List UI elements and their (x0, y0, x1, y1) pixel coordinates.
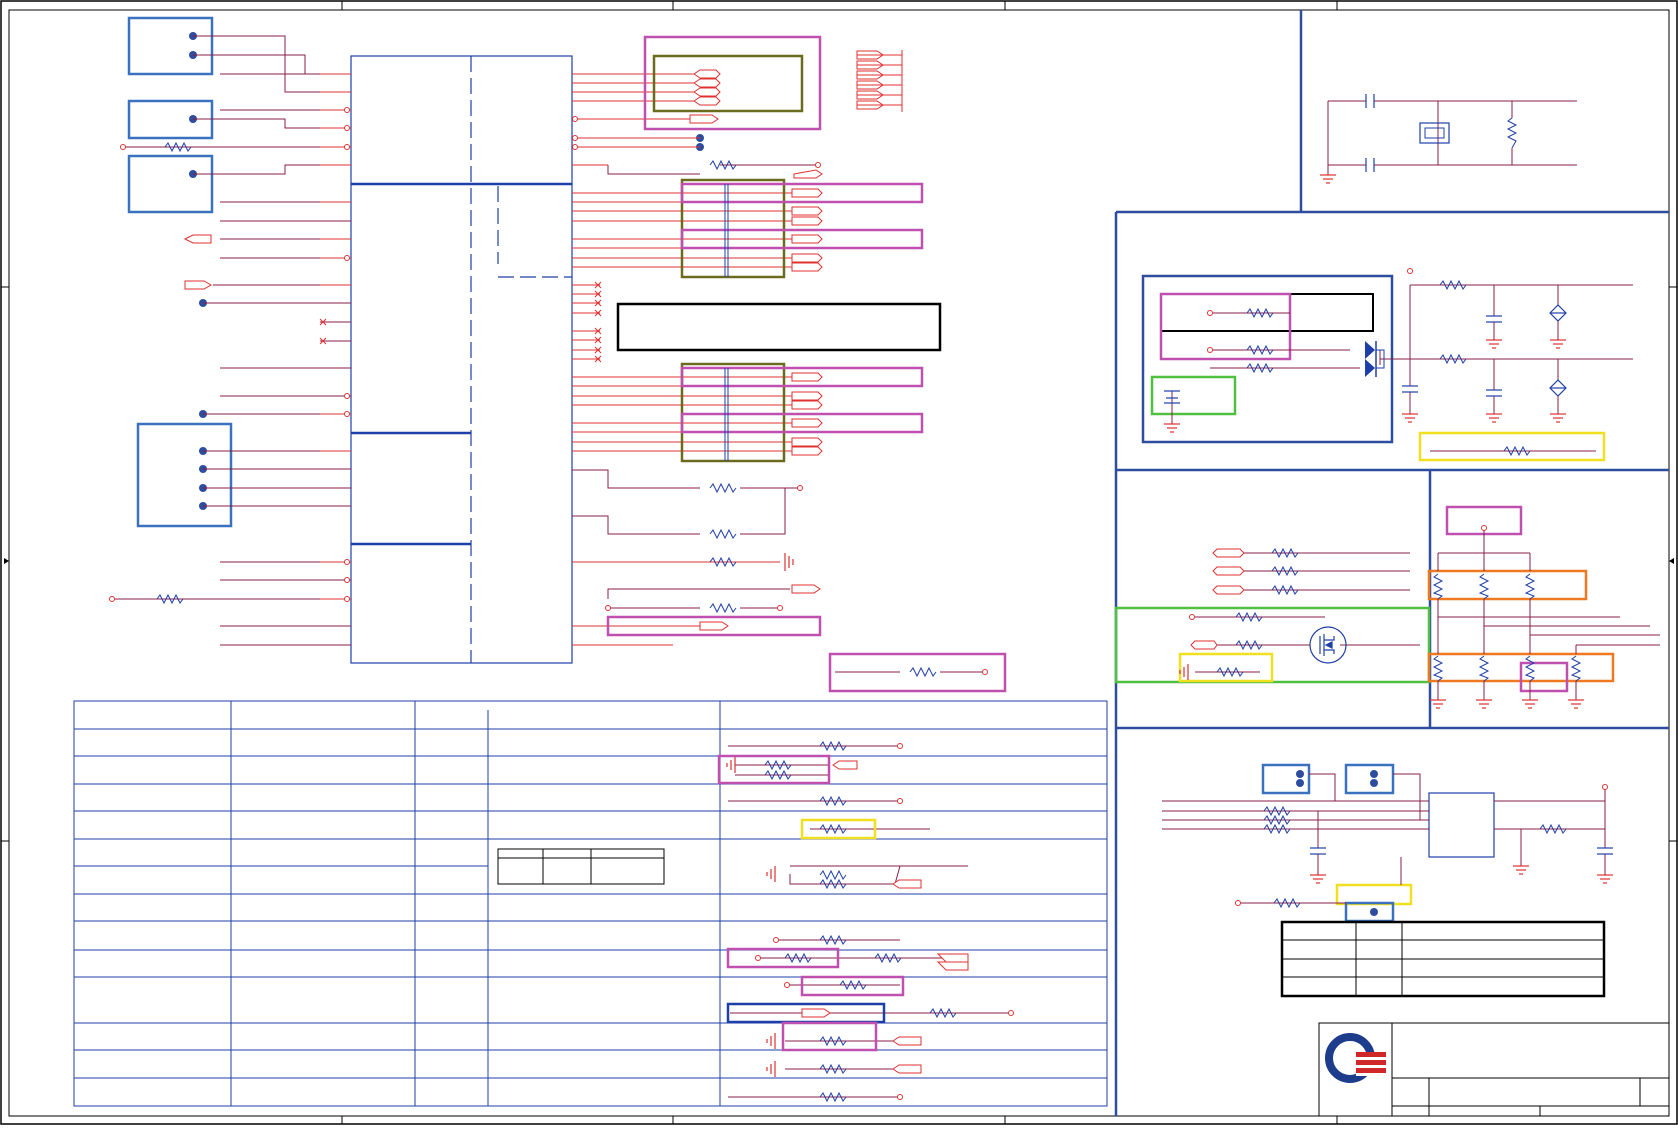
off-page-connector-icon (801, 760, 969, 1074)
rtc-section (1141, 268, 1633, 462)
off-page-connector-icon (689, 50, 884, 631)
ground-icon (784, 553, 794, 571)
off-page-connector-icon (1190, 548, 1245, 650)
schematic-canvas (0, 0, 1678, 1125)
pin-terminal-icon (1207, 268, 1413, 353)
pin-terminal-icon (109, 107, 350, 602)
crystal-section (1320, 94, 1577, 184)
pin-terminal-icon (1481, 525, 1487, 531)
capacitor-icon (1310, 847, 1613, 855)
diode-icon (1365, 341, 1375, 377)
left-pin-stubs (320, 73, 351, 600)
resistor-icon (1432, 573, 1582, 682)
capacitor-icon (1365, 94, 1375, 172)
level-shift-section (1114, 547, 1431, 684)
bus-divider-lines (724, 184, 729, 461)
ground-icon (1320, 174, 1336, 184)
crystal-icon (1419, 122, 1450, 144)
company-logo-icon (1325, 1033, 1386, 1083)
highlight-boxes (717, 754, 905, 1052)
strap-section (1427, 505, 1660, 709)
no-connect-icon (319, 318, 327, 345)
schematic-sheet (0, 0, 1678, 1125)
pin-terminal-icon (1235, 784, 1608, 906)
right-signal-wires (572, 73, 792, 646)
left-connectors (127, 16, 233, 528)
ground-icon (1430, 699, 1584, 709)
ground-icon (726, 757, 776, 1077)
zone-arrow-left-icon (4, 558, 9, 564)
title-block (1318, 1022, 1670, 1117)
tvs-diode-icon (1549, 304, 1567, 397)
connector-pin-icon (189, 32, 704, 510)
bottom-table (73, 700, 1108, 1107)
off-page-connector-icon (183, 234, 213, 290)
resistor-icon (1506, 117, 1518, 149)
pin-terminal-icon (1189, 614, 1195, 620)
zone-arrow-right-icon (1669, 558, 1674, 564)
eeprom-section (1162, 763, 1613, 998)
left-signal-wires (112, 35, 351, 646)
resistor-icon (709, 159, 937, 678)
main-ic-symbol (350, 55, 573, 664)
ground-icon (1310, 865, 1613, 884)
section-frames (1114, 10, 1669, 1116)
